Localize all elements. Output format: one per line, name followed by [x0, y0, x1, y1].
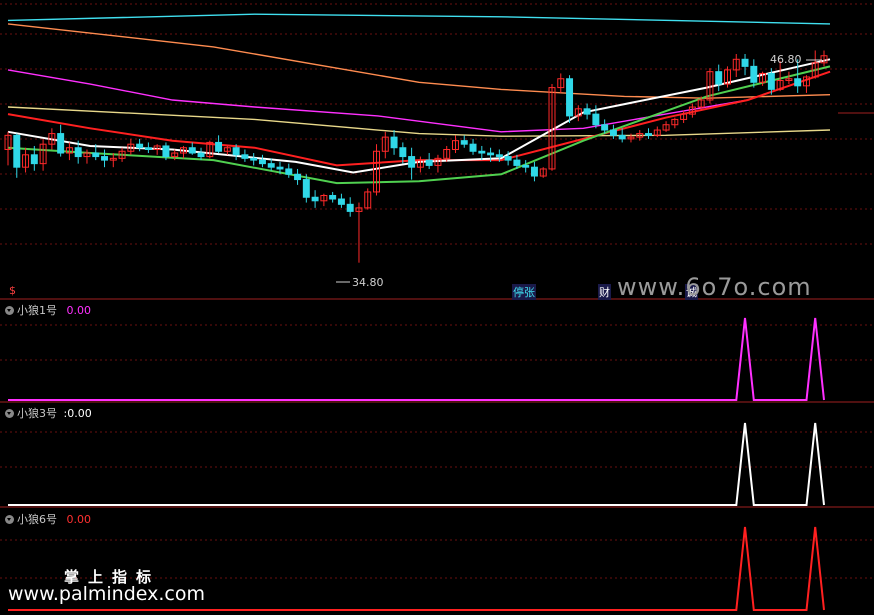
indicator-header-3[interactable]: 小狼3号 :0.00: [5, 405, 92, 421]
watermark-site-6o7o: www.6o7o.com: [617, 273, 812, 301]
candle-body: [215, 141, 223, 152]
candle-body: [530, 166, 538, 177]
candle-body: [302, 179, 310, 198]
indicator-header-1[interactable]: 小狼1号 0.00: [5, 302, 91, 318]
candle-body: [144, 147, 152, 150]
candle-body: [478, 150, 486, 154]
candle-body: [101, 156, 108, 161]
dropdown-icon[interactable]: [5, 409, 14, 418]
candle-body: [583, 108, 591, 115]
candle-body: [522, 164, 530, 168]
candle-body: [609, 129, 617, 136]
candle-body: [566, 78, 574, 117]
candle-body: [258, 159, 266, 165]
high-price-label: 46.80: [770, 53, 802, 66]
candle-body: [592, 113, 600, 126]
low-price-label: 34.80: [352, 276, 384, 289]
watermark-site-palmindex: www.palmindex.com: [8, 583, 206, 605]
candle-body: [285, 168, 293, 175]
candle-body: [469, 143, 477, 152]
event-marker-limit-up[interactable]: 停张: [512, 284, 536, 300]
candle-body: [337, 198, 345, 205]
indicator-line-1: [8, 317, 825, 401]
candle-body: [188, 147, 196, 154]
indicator-name-3: 小狼3号: [17, 407, 57, 420]
stock-chart-canvas: [0, 3, 874, 611]
candle-body: [136, 143, 144, 149]
candle-body: [311, 196, 319, 202]
candle-body: [92, 152, 100, 158]
candle-body: [425, 159, 433, 166]
indicator-value-6: 0.00: [66, 513, 92, 526]
candle-body: [767, 72, 775, 90]
event-marker-dollar[interactable]: $: [9, 284, 16, 297]
candle-body: [241, 154, 249, 159]
candle-body: [750, 65, 758, 83]
moving-average-line-0: [7, 13, 831, 25]
candle-body: [715, 71, 723, 85]
candle-body: [741, 58, 749, 67]
candle-body: [645, 133, 652, 136]
event-marker-finance[interactable]: 财: [598, 284, 611, 300]
candle-body: [294, 173, 302, 181]
dropdown-icon[interactable]: [5, 515, 14, 524]
candle-body: [460, 140, 468, 145]
candle-body: [408, 156, 416, 168]
candle-body: [618, 134, 626, 140]
indicator-value-3: 0.00: [67, 407, 92, 420]
candle-body: [346, 203, 354, 212]
candle-body: [13, 134, 21, 168]
candle-body: [601, 124, 609, 131]
indicator-name-1: 小狼1号: [17, 304, 57, 317]
dropdown-icon[interactable]: [5, 306, 14, 315]
candle-body: [162, 145, 170, 158]
candle-body: [267, 163, 275, 168]
indicator-line-2: [8, 422, 825, 506]
indicator-header-6[interactable]: 小狼6号 0.00: [5, 511, 91, 527]
candle-body: [276, 166, 284, 170]
indicator-value-1: 0.00: [66, 304, 92, 317]
candle-body: [794, 78, 802, 87]
candle-body: [329, 194, 337, 200]
candle-body: [30, 154, 38, 165]
candle-body: [504, 156, 512, 161]
candle-body: [232, 147, 240, 156]
candle-body: [487, 152, 495, 156]
candle-body: [399, 147, 407, 158]
candle-body: [197, 152, 205, 158]
candle-body: [57, 133, 65, 154]
candle-body: [390, 136, 398, 149]
candle-body: [495, 154, 503, 158]
indicator-name-6: 小狼6号: [17, 513, 57, 526]
candle-body: [74, 147, 82, 158]
candle-body: [513, 159, 521, 166]
candle-body: [250, 157, 258, 161]
